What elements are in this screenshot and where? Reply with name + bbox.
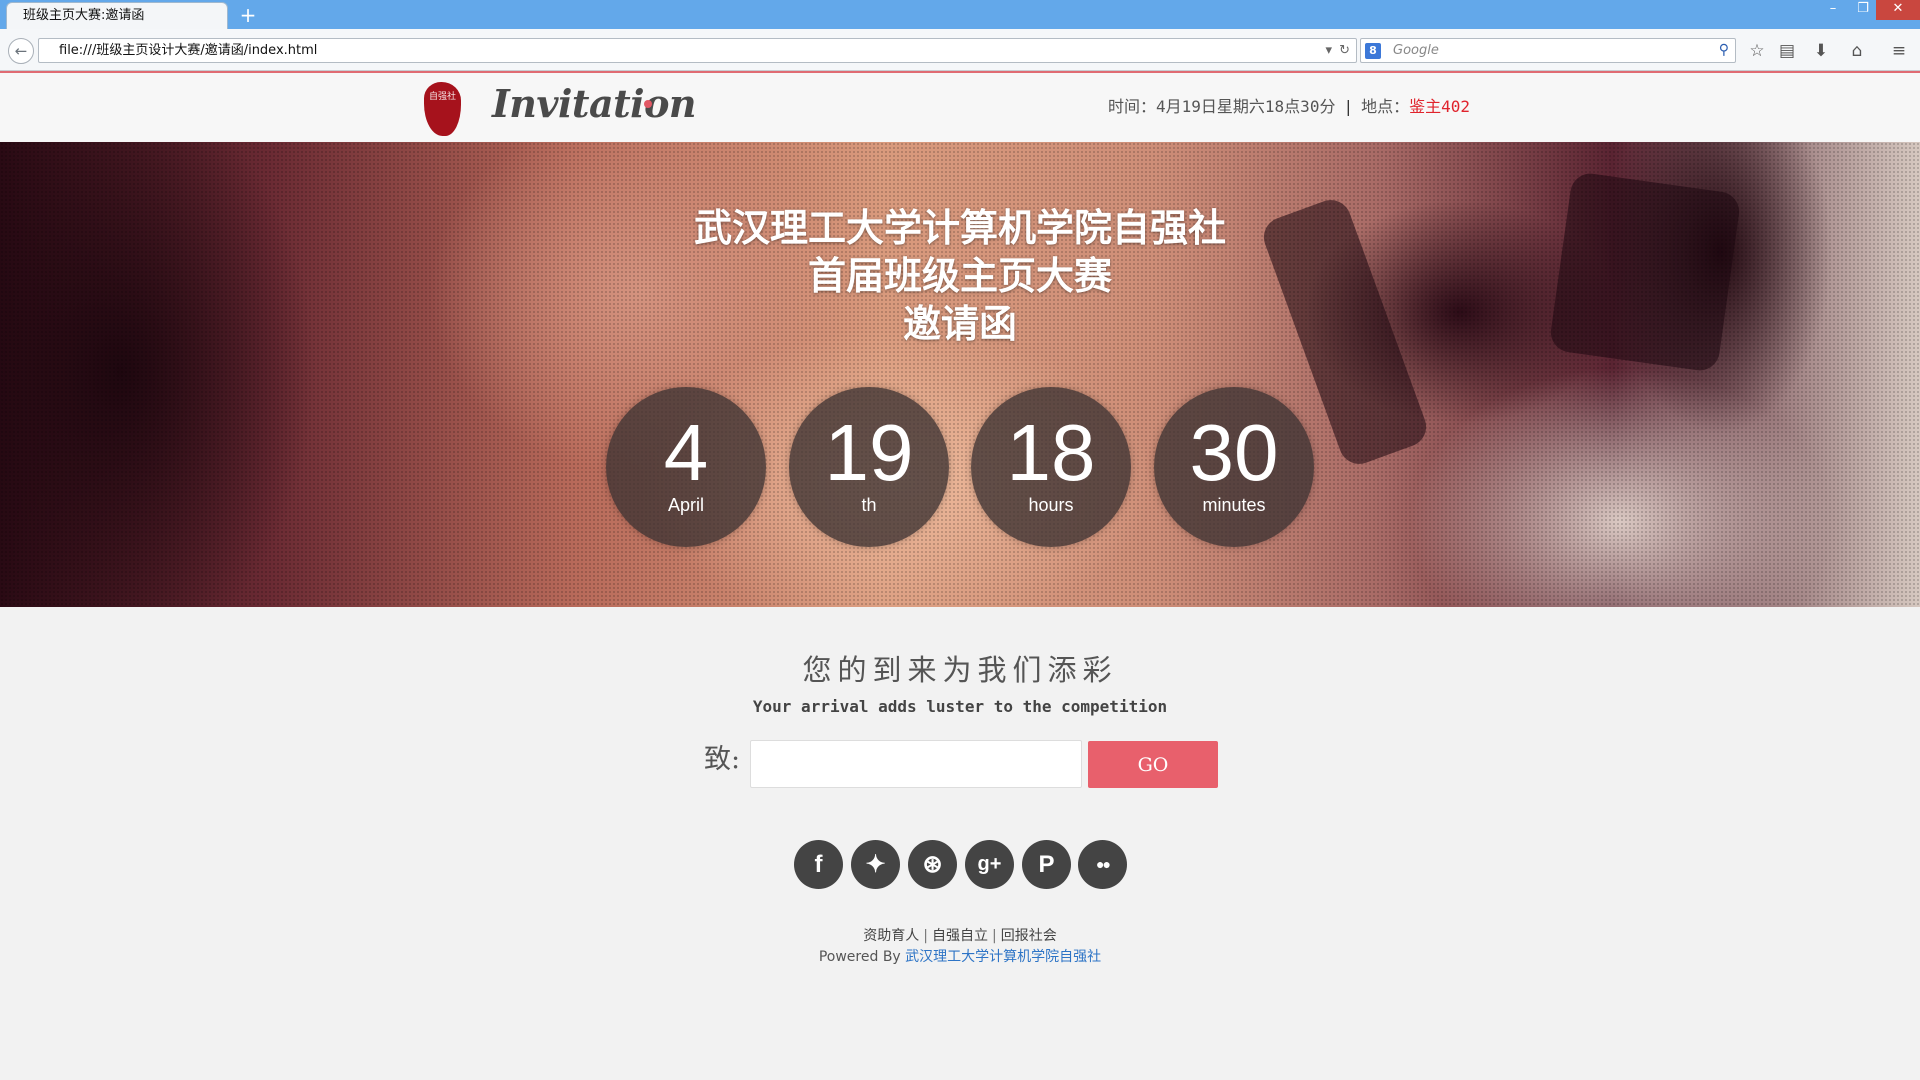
minimize-icon[interactable]: – <box>1818 0 1848 20</box>
powered-by: Powered By 武汉理工大学计算机学院自强社 <box>0 946 1920 966</box>
pinterest-icon[interactable]: P <box>1022 840 1071 889</box>
footer-slogan: 回报社会 <box>1000 928 1057 944</box>
flickr-icon[interactable]: ●● <box>1078 840 1127 889</box>
countdown-number: 4 <box>663 408 709 497</box>
browser-titlebar: 班级主页大赛:邀请函 + – ❐ ✕ <box>0 0 1920 29</box>
reader-icon[interactable]: ▤ <box>1774 38 1800 64</box>
hero-title-line: 邀请函 <box>902 302 1017 346</box>
place-label: 地点： <box>1361 97 1410 116</box>
reload-icon[interactable]: ↻ <box>1339 39 1350 62</box>
search-input[interactable]: Google <box>1393 39 1439 62</box>
social-links: f ✦ ⊛ g+ P ●● <box>794 840 1127 889</box>
logo-dot <box>644 100 652 108</box>
restore-icon[interactable]: ❐ <box>1848 0 1878 20</box>
footer-slogan: 资助育人 <box>863 928 920 944</box>
facebook-icon[interactable]: f <box>794 840 843 889</box>
hero-banner: 武汉理工大学计算机学院自强社 首届班级主页大赛 邀请函 4 April 19 t… <box>0 142 1920 607</box>
menu-icon[interactable]: ≡ <box>1886 38 1912 64</box>
url-dropdown-icon[interactable]: ▾ <box>1325 39 1332 62</box>
powered-prefix: Powered By <box>818 949 906 965</box>
logo-text[interactable]: Invitation <box>492 81 697 126</box>
dribbble-icon[interactable]: ⊛ <box>908 840 957 889</box>
countdown: 4 April 19 th 18 hours 30 minutes <box>606 387 1314 547</box>
bookmark-star-icon[interactable]: ☆ <box>1744 38 1770 64</box>
countdown-unit: April <box>667 495 704 515</box>
logo-seal-icon: 自强社 <box>424 82 461 136</box>
footer-divider: | <box>992 928 997 944</box>
invite-subtagline: Your arrival adds luster to the competit… <box>752 697 1168 716</box>
browser-navbar: ← file:///班级主页设计大赛/邀请函/index.html ▾ ↻ 8 … <box>0 29 1920 71</box>
google-engine-icon[interactable]: 8 <box>1365 43 1381 59</box>
countdown-unit: minutes <box>1202 495 1266 515</box>
go-button[interactable]: GO <box>1088 741 1218 788</box>
footer-slogan: 自强自立 <box>932 928 988 944</box>
countdown-minutes: 30 minutes <box>1154 387 1314 547</box>
search-bar[interactable]: 8 Google ⚲ <box>1360 38 1736 63</box>
countdown-unit: hours <box>1028 495 1074 515</box>
countdown-month: 4 April <box>606 387 766 547</box>
countdown-number: 19 <box>824 408 914 497</box>
address-bar[interactable]: file:///班级主页设计大赛/邀请函/index.html ▾ ↻ <box>38 38 1357 63</box>
guest-name-input[interactable] <box>750 740 1082 788</box>
google-plus-icon[interactable]: g+ <box>965 840 1014 889</box>
site-header: 自强社 Invitation 时间：4月19日星期六18点30分 | 地点：鉴主40… <box>0 73 1920 142</box>
invite-tagline: 您的到来为我们添彩 <box>802 653 1118 687</box>
home-icon[interactable]: ⌂ <box>1844 38 1870 64</box>
search-icon[interactable]: ⚲ <box>1719 39 1729 62</box>
footer-slogans: 资助育人 | 自强自立 | 回报社会 <box>0 925 1920 945</box>
footer-divider: | <box>923 928 928 944</box>
hero-title: 武汉理工大学计算机学院自强社 首届班级主页大赛 邀请函 <box>0 204 1920 348</box>
download-icon[interactable]: ⬇ <box>1808 38 1834 64</box>
countdown-day: 19 th <box>789 387 949 547</box>
event-info: 时间：4月19日星期六18点30分 | 地点：鉴主402 <box>1108 93 1470 117</box>
countdown-number: 18 <box>1006 408 1096 497</box>
web-page: 自强社 Invitation 时间：4月19日星期六18点30分 | 地点：鉴主40… <box>0 71 1920 1080</box>
new-tab-icon[interactable]: + <box>236 2 260 28</box>
place-value: 鉴主402 <box>1409 97 1471 116</box>
countdown-unit: th <box>861 495 877 515</box>
twitter-icon[interactable]: ✦ <box>851 840 900 889</box>
time-value: 4月19日星期六18点30分 <box>1156 97 1336 116</box>
back-icon[interactable]: ← <box>8 38 34 64</box>
hero-title-line: 武汉理工大学计算机学院自强社 <box>693 206 1226 250</box>
countdown-hours: 18 hours <box>971 387 1131 547</box>
url-text[interactable]: file:///班级主页设计大赛/邀请函/index.html <box>59 39 317 62</box>
to-label: 致: <box>704 744 741 775</box>
close-icon[interactable]: ✕ <box>1876 0 1920 20</box>
browser-tab[interactable]: 班级主页大赛:邀请函 <box>6 2 228 29</box>
countdown-number: 30 <box>1189 408 1279 497</box>
hero-title-line: 首届班级主页大赛 <box>807 254 1112 298</box>
time-label: 时间： <box>1108 97 1157 116</box>
powered-by-link[interactable]: 武汉理工大学计算机学院自强社 <box>905 949 1101 965</box>
info-separator: | <box>1343 97 1354 116</box>
